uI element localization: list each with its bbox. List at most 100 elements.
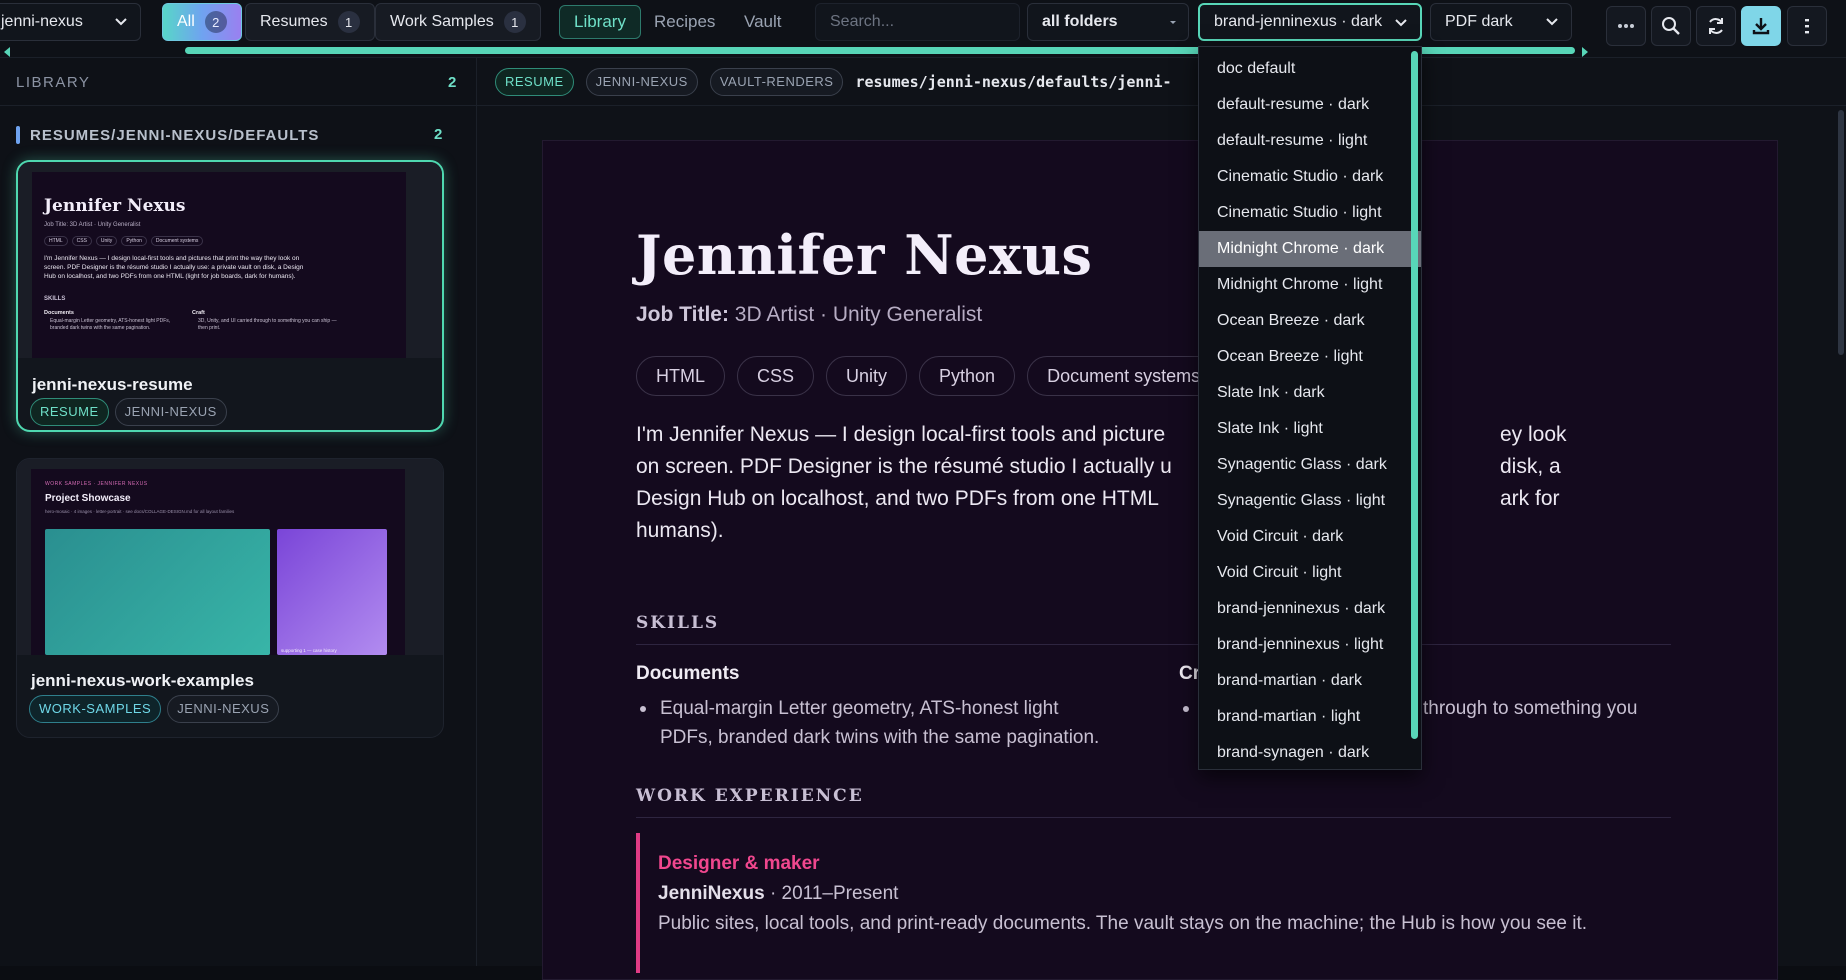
folder-group-header[interactable]: RESUMES/JENNI-NEXUS/DEFAULTS: [16, 126, 319, 144]
thumbnail-page: WORK SAMPLES · JENNIFER NEXUS Project Sh…: [31, 469, 405, 655]
tag-owner[interactable]: JENNI-NEXUS: [114, 398, 227, 426]
search-input[interactable]: [815, 3, 1020, 41]
theme-option[interactable]: Cinematic Studio · dark: [1199, 159, 1421, 195]
document-card-work-samples[interactable]: WORK SAMPLES · JENNIFER NEXUS Project Sh…: [16, 458, 444, 738]
theme-option[interactable]: Synagentic Glass · light: [1199, 483, 1421, 519]
tab-library[interactable]: Library: [559, 5, 641, 39]
theme-option[interactable]: Void Circuit · dark: [1199, 519, 1421, 555]
thumb-name: Jennifer Nexus: [44, 196, 186, 216]
theme-option[interactable]: Slate Ink · dark: [1199, 375, 1421, 411]
refresh-button[interactable]: [1696, 6, 1736, 46]
experience-years: · 2011–Present: [769, 883, 899, 904]
preview-pane: RESUME JENNI-NEXUS VAULT-RENDERS resumes…: [477, 58, 1846, 980]
tag-owner[interactable]: JENNI-NEXUS: [167, 695, 280, 723]
thumb-col2-text: 3D, Unity, and UI carried through to som…: [198, 318, 337, 331]
resume-thumbnail: Jennifer Nexus Job Title: 3D Artist · Un…: [18, 162, 442, 358]
theme-option[interactable]: brand-jenninexus · dark: [1199, 591, 1421, 627]
top-toolbar: jenni-nexus All 2 Resumes 1 Work Samples…: [0, 0, 1846, 58]
theme-option-highlighted[interactable]: Midnight Chrome · dark: [1199, 231, 1421, 267]
folder-count: 2: [434, 126, 443, 143]
job-title-label: Job Title:: [636, 303, 729, 326]
doc-name: Jennifer Nexus: [636, 223, 1093, 287]
project-select[interactable]: jenni-nexus: [0, 3, 141, 41]
folder-select[interactable]: all folders: [1027, 3, 1189, 41]
vertical-scrollbar[interactable]: [1838, 110, 1844, 355]
divider: [477, 105, 1846, 106]
theme-option[interactable]: doc default: [1199, 51, 1421, 87]
theme-option[interactable]: brand-martian · light: [1199, 699, 1421, 735]
chevron-down-icon: [1546, 18, 1558, 26]
filter-all[interactable]: All 2: [162, 3, 242, 41]
menu-icon: [1805, 19, 1809, 34]
filter-resumes-label: Resumes: [260, 13, 328, 30]
theme-option[interactable]: default-resume · dark: [1199, 87, 1421, 123]
theme-select[interactable]: brand-jenninexus · dark: [1198, 3, 1422, 41]
work-samples-thumbnail: WORK SAMPLES · JENNIFER NEXUS Project Sh…: [17, 459, 443, 655]
card-tags: RESUME JENNI-NEXUS: [30, 398, 227, 426]
theme-option[interactable]: brand-jenninexus · light: [1199, 627, 1421, 663]
theme-option[interactable]: Synagentic Glass · dark: [1199, 447, 1421, 483]
theme-option[interactable]: Ocean Breeze · dark: [1199, 303, 1421, 339]
bio-tail: disk, a: [1500, 455, 1561, 478]
skill-pill: Unity: [826, 356, 908, 396]
thumb-skill: HTML: [44, 236, 68, 246]
skills-col1-bullet: Equal-margin Letter geometry, ATS-honest…: [640, 694, 1140, 752]
tag-resume[interactable]: RESUME: [30, 398, 109, 426]
skill-pill: Python: [919, 356, 1016, 396]
experience-entry: Designer & maker JenniNexus · 2011–Prese…: [636, 833, 1671, 973]
document-card-resume[interactable]: Jennifer Nexus Job Title: 3D Artist · Un…: [16, 160, 444, 432]
thumb-col1-head: Documents: [44, 310, 74, 316]
theme-option[interactable]: brand-martian · dark: [1199, 663, 1421, 699]
breadcrumb: RESUME JENNI-NEXUS VAULT-RENDERS resumes…: [495, 68, 1172, 96]
project-select-value: jenni-nexus: [1, 13, 83, 30]
thumb-side-image: supporting 1 — case history: [277, 529, 387, 655]
badge-owner: JENNI-NEXUS: [585, 68, 698, 96]
chevron-down-icon: [115, 18, 127, 26]
filter-resumes[interactable]: Resumes 1: [245, 3, 375, 41]
tag-work-samples[interactable]: WORK-SAMPLES: [29, 695, 162, 723]
skills-heading: SKILLS: [636, 613, 720, 633]
refresh-icon: [1709, 18, 1723, 34]
badge-vault-renders: VAULT-RENDERS: [709, 68, 844, 96]
download-button[interactable]: [1741, 6, 1781, 46]
pdf-select-value: PDF dark: [1445, 13, 1513, 30]
skill-pill: Document systems: [1027, 356, 1221, 396]
bullet-dot: [640, 706, 646, 712]
thumb-skill: CSS: [71, 236, 92, 246]
theme-option[interactable]: Ocean Breeze · light: [1199, 339, 1421, 375]
filter-work-samples[interactable]: Work Samples 1: [375, 3, 541, 41]
theme-option[interactable]: default-resume · light: [1199, 123, 1421, 159]
tab-vault[interactable]: Vault: [730, 5, 796, 39]
theme-option[interactable]: Cinematic Studio · light: [1199, 195, 1421, 231]
theme-option[interactable]: brand-synagen · dark: [1199, 735, 1421, 769]
theme-option[interactable]: Void Circuit · light: [1199, 555, 1421, 591]
tab-recipes[interactable]: Recipes: [640, 5, 729, 39]
skill-pill: HTML: [636, 356, 725, 396]
scroll-left-arrow[interactable]: [4, 47, 10, 57]
thumb-bio: I'm Jennifer Nexus — I design local-firs…: [44, 255, 304, 280]
job-title-value: 3D Artist · Unity Generalist: [734, 303, 983, 326]
theme-option[interactable]: Midnight Chrome · light: [1199, 267, 1421, 303]
library-heading: LIBRARY: [16, 74, 91, 91]
skills-col2-heading: Cr: [1179, 663, 1201, 684]
menu-button[interactable]: [1787, 6, 1827, 46]
more-button[interactable]: [1606, 6, 1646, 46]
thumb-kicker: WORK SAMPLES · JENNIFER NEXUS: [45, 481, 148, 487]
theme-option[interactable]: Slate Ink · light: [1199, 411, 1421, 447]
thumb-caption: supporting 1 — case history: [281, 648, 337, 653]
pdf-select[interactable]: PDF dark: [1430, 3, 1572, 41]
more-icon: [1618, 24, 1634, 28]
bullet-dot: [1183, 706, 1189, 712]
filter-all-label: All: [177, 13, 195, 30]
download-icon: [1752, 18, 1770, 35]
search-button[interactable]: [1651, 6, 1691, 46]
work-experience-heading: WORK EXPERIENCE: [636, 786, 864, 806]
divider: [0, 105, 477, 106]
dropdown-scrollbar[interactable]: [1411, 51, 1418, 739]
scroll-right-arrow[interactable]: [1582, 47, 1588, 57]
section-rule: [636, 644, 1671, 645]
doc-job-title: Job Title: 3D Artist · Unity Generalist: [636, 303, 982, 327]
document-path: resumes/jenni-nexus/defaults/jenni-: [855, 73, 1172, 91]
folder-label: RESUMES/JENNI-NEXUS/DEFAULTS: [30, 126, 320, 144]
experience-company: JenniNexus: [658, 883, 765, 904]
